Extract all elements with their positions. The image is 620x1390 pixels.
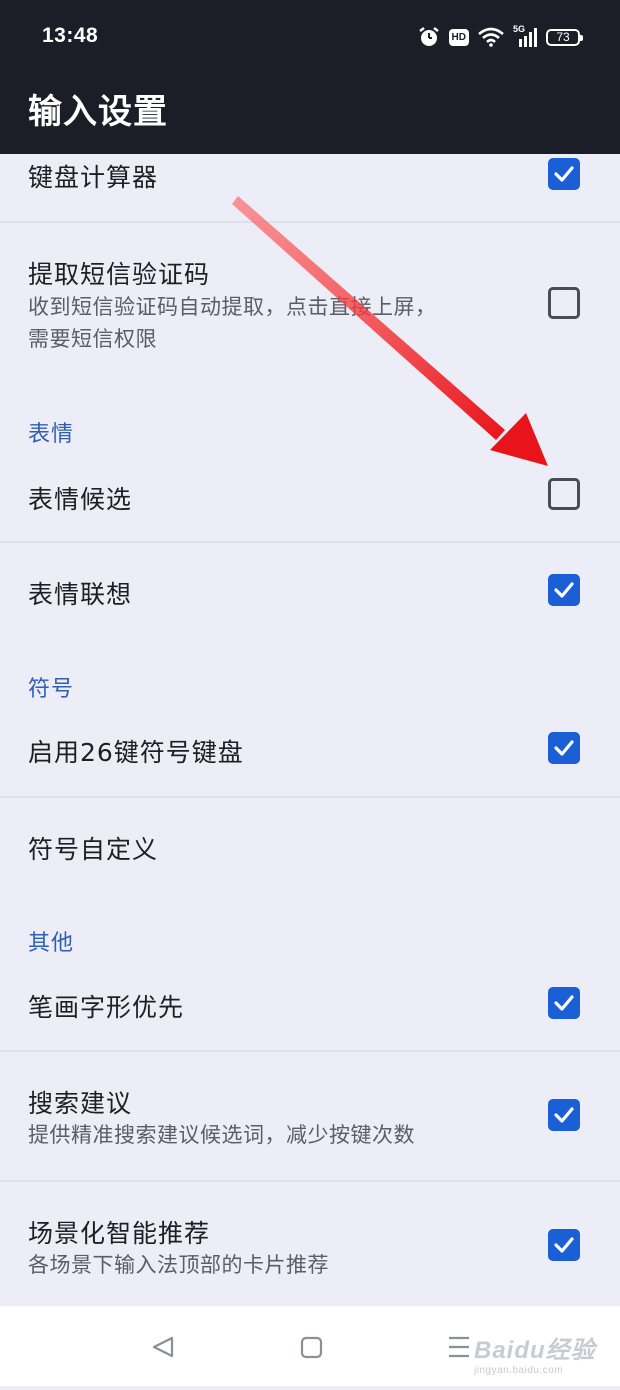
setting-description: 各场景下输入法顶部的卡片推荐 [28, 1253, 329, 1277]
battery-icon: 73 [546, 28, 583, 46]
setting-scene-recommend[interactable]: 场景化智能推荐 各场景下输入法顶部的卡片推荐 [0, 1182, 620, 1306]
checkmark-icon [554, 740, 574, 756]
setting-search-suggestions[interactable]: 搜索建议 提供精准搜索建议候选词，减少按键次数 [0, 1052, 620, 1180]
alarm-icon [418, 26, 440, 48]
status-bar: 13:48 HD 5G 73 [0, 0, 620, 70]
checkmark-icon [554, 1107, 574, 1123]
back-icon [152, 1336, 174, 1358]
home-button[interactable] [261, 1306, 361, 1386]
setting-emoji-association[interactable]: 表情联想 [0, 543, 620, 641]
page-title: 输入设置 [28, 92, 168, 132]
hd-icon: HD [448, 28, 469, 46]
status-icons: HD 5G 73 [418, 24, 583, 50]
scene-recommend-checkbox[interactable] [548, 1229, 580, 1261]
navigation-bar [0, 1306, 620, 1386]
setting-stroke-priority[interactable]: 笔画字形优先 [0, 968, 620, 1050]
setting-sms-code[interactable]: 提取短信验证码 收到短信验证码自动提取，点击直接上屏， 需要短信权限 [0, 223, 620, 378]
checkmark-icon [554, 166, 574, 182]
wifi-icon [478, 27, 504, 47]
section-header-emoji: 表情 [28, 422, 75, 447]
setting-label: 笔画字形优先 [28, 993, 185, 1022]
setting-description-line-2: 需要短信权限 [28, 327, 157, 351]
setting-symbol-keyboard-26[interactable]: 启用26键符号键盘 [0, 714, 620, 796]
setting-label: 启用26键符号键盘 [28, 738, 244, 767]
setting-symbol-custom[interactable]: 符号自定义 [0, 798, 620, 896]
section-header-other: 其他 [28, 931, 75, 956]
home-icon [300, 1336, 323, 1359]
checkmark-icon [554, 582, 574, 598]
keyboard-calculator-checkbox[interactable] [548, 158, 580, 190]
settings-list[interactable]: 键盘计算器 提取短信验证码 收到短信验证码自动提取，点击直接上屏， 需要短信权限… [0, 154, 620, 1306]
setting-keyboard-calculator[interactable]: 键盘计算器 [0, 154, 620, 221]
checkmark-icon [554, 995, 574, 1011]
symbol-keyboard-26-checkbox[interactable] [548, 732, 580, 764]
setting-label: 表情联想 [28, 580, 133, 609]
menu-button[interactable] [409, 1306, 509, 1386]
signal-5g-icon: 5G [513, 24, 537, 47]
back-button[interactable] [113, 1306, 213, 1386]
setting-description-line-1: 收到短信验证码自动提取，点击直接上屏， [28, 295, 437, 319]
stroke-priority-checkbox[interactable] [548, 987, 580, 1019]
status-time: 13:48 [42, 24, 99, 47]
sms-code-checkbox[interactable] [548, 287, 580, 319]
search-suggestions-checkbox[interactable] [548, 1099, 580, 1131]
setting-label: 场景化智能推荐 [28, 1219, 211, 1248]
setting-label: 符号自定义 [28, 835, 159, 864]
setting-label: 提取短信验证码 [28, 260, 211, 289]
app-bar: 输入设置 [0, 70, 620, 154]
setting-emoji-candidates[interactable]: 表情候选 [0, 460, 620, 540]
emoji-association-checkbox[interactable] [548, 574, 580, 606]
emoji-candidates-checkbox[interactable] [548, 478, 580, 510]
menu-icon [449, 1336, 469, 1358]
section-header-symbols: 符号 [28, 677, 75, 702]
checkmark-icon [554, 1237, 574, 1253]
setting-label: 搜索建议 [28, 1089, 133, 1118]
setting-label: 表情候选 [28, 485, 133, 514]
setting-description: 提供精准搜索建议候选词，减少按键次数 [28, 1123, 415, 1147]
setting-label: 键盘计算器 [28, 163, 159, 192]
